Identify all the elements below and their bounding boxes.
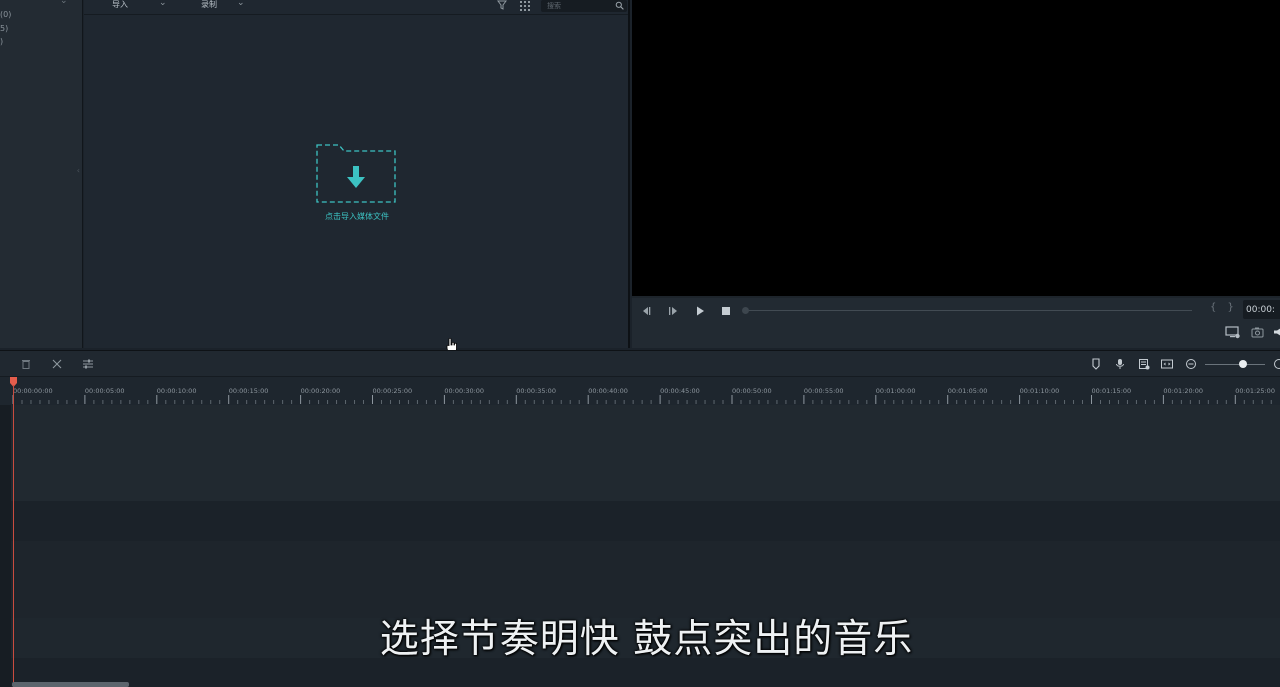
preview-screen bbox=[632, 0, 1280, 296]
preview-timecode: 00:00: bbox=[1243, 300, 1280, 319]
ruler-tick-label: 00:01:20:00 bbox=[1163, 387, 1204, 395]
cut-scissors-icon[interactable] bbox=[51, 358, 63, 370]
previous-frame-icon[interactable] bbox=[640, 305, 652, 317]
ruler-tick-label: 00:00:45:00 bbox=[660, 387, 700, 395]
ruler-tick-label: 00:00:35:00 bbox=[516, 387, 556, 395]
ruler-tick-label: 00:00:15:00 bbox=[228, 387, 269, 395]
video-subtitle: 选择节奏明快 鼓点突出的音乐 bbox=[379, 617, 914, 662]
search-icon[interactable] bbox=[615, 1, 624, 10]
media-toolbar: 导入 ⌄ 录制 ⌄ bbox=[84, 0, 628, 15]
import-dropdown-icon[interactable]: ⌄ bbox=[159, 0, 167, 8]
ruler-tick-label: 00:00:40:00 bbox=[588, 387, 628, 395]
ruler-tick-label: 00:00:10:00 bbox=[156, 387, 197, 395]
audio-track-1[interactable] bbox=[0, 541, 1280, 618]
ruler-tick-label: 00:00:55:00 bbox=[803, 387, 844, 395]
zoom-slider-track[interactable] bbox=[1205, 364, 1265, 365]
preview-progress-track[interactable] bbox=[746, 310, 1192, 311]
folder-download-icon bbox=[316, 144, 396, 203]
preview-panel: { } 00:00: bbox=[632, 0, 1280, 348]
chevron-down-icon[interactable]: ⌄ bbox=[60, 0, 68, 6]
marker-shield-icon[interactable] bbox=[1090, 358, 1102, 370]
timeline-toolbar bbox=[0, 350, 1280, 377]
ruler-tick-label: 00:01:25:00 bbox=[1235, 387, 1275, 395]
record-button[interactable]: 录制 bbox=[201, 0, 217, 10]
fit-timeline-icon[interactable] bbox=[1161, 358, 1173, 370]
display-settings-icon[interactable] bbox=[1225, 326, 1240, 339]
next-frame-icon[interactable] bbox=[667, 305, 679, 317]
ruler-tick-label: 00:01:10:00 bbox=[1019, 387, 1060, 395]
import-media-hint: 点击导入媒体文件 bbox=[325, 212, 389, 221]
adjust-sliders-icon[interactable] bbox=[82, 358, 94, 370]
ruler-tick-label: 00:00:30:00 bbox=[444, 387, 485, 395]
import-media-dropzone[interactable]: 点击导入媒体文件 bbox=[313, 142, 401, 226]
audio-mixer-icon[interactable] bbox=[1138, 358, 1150, 370]
sidebar-item-1[interactable]: (0) bbox=[0, 10, 11, 19]
record-dropdown-icon[interactable]: ⌄ bbox=[237, 0, 245, 8]
mark-in-out-icon[interactable]: { } bbox=[1210, 302, 1238, 313]
snapshot-camera-icon[interactable] bbox=[1251, 326, 1264, 338]
microphone-icon[interactable] bbox=[1114, 358, 1126, 370]
zoom-slider-knob[interactable] bbox=[1239, 360, 1247, 368]
import-button[interactable]: 导入 bbox=[112, 0, 128, 10]
stop-icon[interactable] bbox=[720, 305, 732, 317]
volume-icon[interactable] bbox=[1273, 327, 1280, 337]
zoom-out-icon[interactable] bbox=[1185, 358, 1197, 370]
search-input[interactable] bbox=[547, 0, 611, 11]
ruler-tick-label: 00:00:20:00 bbox=[300, 387, 341, 395]
sidebar-item-2[interactable]: 5) bbox=[0, 24, 8, 33]
ruler-tick-label: 00:00:00:00 bbox=[13, 387, 53, 395]
preview-progress-knob[interactable] bbox=[742, 307, 749, 314]
sidebar-item-3[interactable]: ) bbox=[0, 37, 3, 46]
zoom-in-icon[interactable] bbox=[1273, 358, 1280, 370]
media-panel: 导入 ⌄ 录制 ⌄ 搜索 点击导入媒体文件 bbox=[84, 0, 630, 348]
search-box bbox=[541, 0, 627, 12]
video-track-1[interactable] bbox=[0, 405, 1280, 501]
playback-controls: { } 00:00: bbox=[632, 298, 1280, 348]
ruler-tick-label: 00:00:50:00 bbox=[732, 387, 772, 395]
ruler-tick-label: 00:01:05:00 bbox=[947, 387, 988, 395]
ruler-tick-label: 00:01:00:00 bbox=[875, 387, 916, 395]
timeline-horizontal-scrollbar[interactable] bbox=[12, 682, 129, 687]
ruler-tick-label: 00:01:15:00 bbox=[1091, 387, 1132, 395]
video-track-2[interactable] bbox=[0, 501, 1280, 541]
video-editor-window: ⌄ (0) 5) ) ‹ 导入 ⌄ 录制 ⌄ 搜索 点击导入媒体文件 {} 0… bbox=[0, 0, 1280, 687]
sidebar-collapse-handle-icon[interactable]: ‹ bbox=[77, 166, 80, 175]
timeline-ruler[interactable]: 00:00:00:00 00:00:05:00 00:00:10:00 00:00:1… bbox=[0, 377, 1280, 405]
delete-trash-icon[interactable] bbox=[20, 358, 32, 370]
ruler-tick-label: 00:00:25:00 bbox=[372, 387, 413, 395]
media-library-sidebar: ⌄ (0) 5) ) ‹ bbox=[0, 0, 83, 348]
ruler-tick-label: 00:00:05:00 bbox=[84, 387, 125, 395]
play-icon[interactable] bbox=[694, 305, 706, 317]
grid-view-icon[interactable] bbox=[520, 1, 530, 11]
filter-icon[interactable] bbox=[497, 0, 507, 10]
